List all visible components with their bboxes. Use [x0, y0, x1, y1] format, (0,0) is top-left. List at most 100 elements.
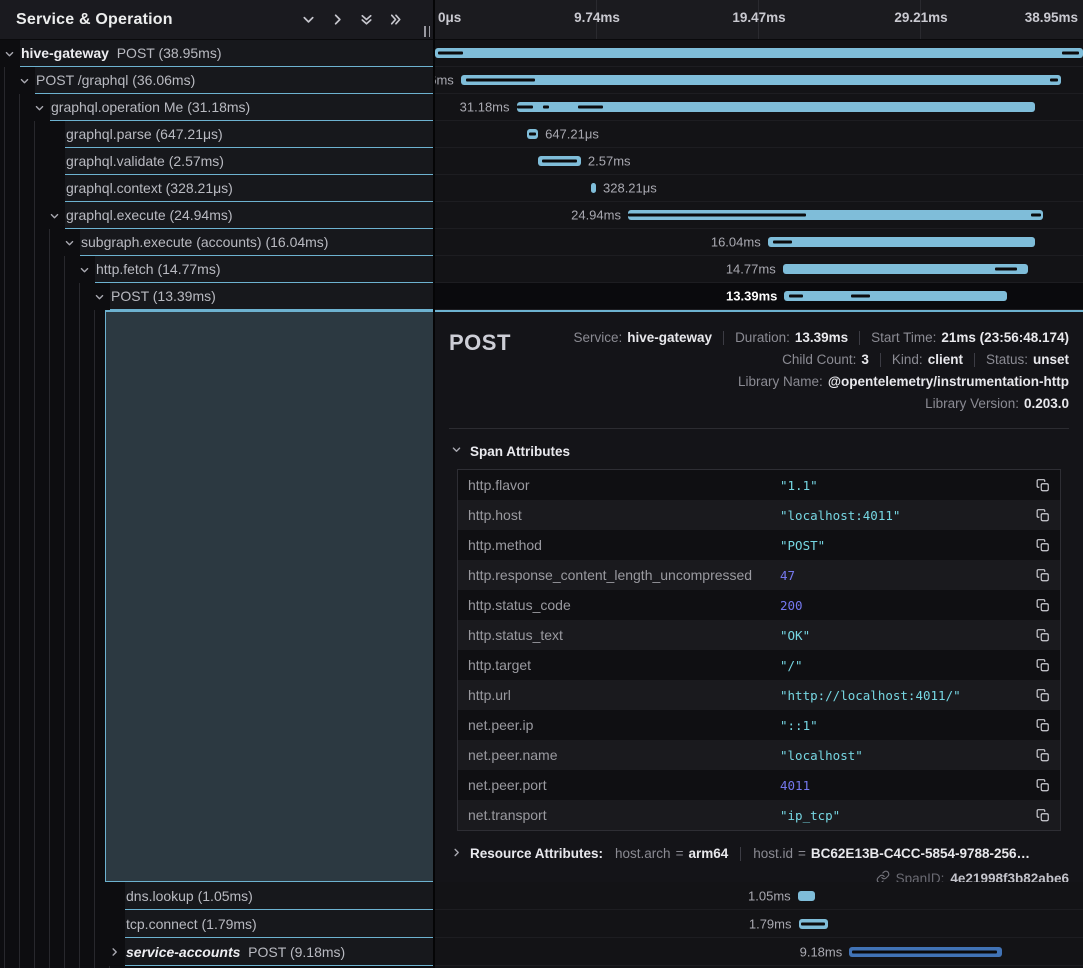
span-bar[interactable]: [435, 48, 1083, 58]
span-duration-label: 13.39ms: [726, 289, 777, 304]
chevron-down-icon[interactable]: [93, 290, 106, 303]
span-attributes-header[interactable]: Span Attributes: [451, 442, 1069, 460]
span-title: POST: [449, 324, 511, 356]
span-bar-lane: 1.05ms: [435, 882, 1083, 910]
span-row[interactable]: dns.lookup (1.05ms) 1.05ms: [0, 882, 1083, 910]
copy-icon[interactable]: [1026, 658, 1060, 673]
span-bar[interactable]: [527, 129, 538, 139]
self-time-notch: [628, 214, 806, 217]
chevron-down-icon[interactable]: [48, 209, 61, 222]
span-bar[interactable]: [517, 102, 1036, 112]
attribute-value: "::1": [780, 718, 1026, 733]
span-row[interactable]: tcp.connect (1.79ms)1.79ms: [0, 910, 1083, 938]
span-bar[interactable]: [783, 264, 1029, 274]
indent-guide: [49, 882, 50, 910]
span-row[interactable]: subgraph.execute (accounts) (16.04ms)16.…: [0, 229, 1083, 256]
attribute-value: "1.1": [780, 478, 1026, 493]
attribute-key: http.url: [458, 687, 780, 703]
chevron-right-icon[interactable]: [108, 946, 121, 959]
copy-icon[interactable]: [1026, 718, 1060, 733]
span-row-label: graphql.execute (24.94ms): [65, 207, 233, 223]
span-row[interactable]: graphql.execute (24.94ms)24.94ms: [0, 202, 1083, 229]
span-row[interactable]: hive-gateway POST (38.95ms)38.95ms: [0, 40, 1083, 67]
indent-guide: [34, 910, 35, 938]
indent-guide: [94, 938, 95, 966]
span-duration-label: 31.18ms: [460, 100, 510, 115]
span-bar[interactable]: [849, 947, 1002, 957]
overview-label: Child Count:: [782, 350, 856, 370]
chevron-down-icon[interactable]: [78, 263, 91, 276]
copy-icon[interactable]: [1026, 778, 1060, 793]
indent-guide: [79, 882, 80, 910]
timeline-tick: 19.47ms: [732, 10, 785, 25]
span-rows-top: hive-gateway POST (38.95ms)38.95msPOST /…: [0, 40, 1083, 310]
copy-icon[interactable]: [1026, 538, 1060, 553]
span-bar[interactable]: [798, 891, 815, 901]
span-row[interactable]: graphql.operation Me (31.18ms)31.18ms: [0, 94, 1083, 121]
copy-icon[interactable]: [1026, 598, 1060, 613]
span-tree-header: Service & Operation: [0, 0, 435, 40]
double-chevron-right-icon[interactable]: [387, 12, 403, 28]
indent-guide: [4, 283, 5, 310]
span-bar[interactable]: [461, 75, 1061, 85]
span-row[interactable]: graphql.parse (647.21μs)647.21μs: [0, 121, 1083, 148]
indent-guide: [49, 938, 50, 966]
chevron-down-icon[interactable]: [33, 101, 46, 114]
span-row[interactable]: graphql.context (328.21μs)328.21μs: [0, 175, 1083, 202]
span-row[interactable]: POST (13.39ms)13.39ms: [0, 283, 1083, 310]
indent-guide: [34, 882, 35, 910]
attribute-row: http.host"localhost:4011": [458, 500, 1060, 530]
span-bar[interactable]: [628, 210, 1043, 220]
span-row-label: service-accounts POST (9.18ms): [125, 944, 345, 960]
copy-icon[interactable]: [1026, 688, 1060, 703]
span-attributes-title: Span Attributes: [470, 444, 570, 459]
span-bar[interactable]: [799, 919, 829, 929]
chevron-right-icon[interactable]: [329, 12, 345, 28]
attribute-value: "POST": [780, 538, 1026, 553]
attribute-key: http.method: [458, 537, 780, 553]
chevron-down-icon[interactable]: [63, 236, 76, 249]
span-row-label: dns.lookup (1.05ms): [125, 888, 253, 904]
timeline-tick: 0μs: [438, 10, 461, 25]
chevron-down-icon[interactable]: [300, 12, 316, 28]
overview-label: Library Name:: [738, 372, 823, 392]
copy-icon[interactable]: [1026, 808, 1060, 823]
attribute-row: http.method"POST": [458, 530, 1060, 560]
copy-icon[interactable]: [1026, 508, 1060, 523]
copy-icon[interactable]: [1026, 628, 1060, 643]
indent-guide: [19, 910, 20, 938]
span-row[interactable]: http.fetch (14.77ms)14.77ms: [0, 256, 1083, 283]
indent-guide: [64, 256, 65, 283]
indent-guide: [19, 882, 20, 910]
span-duration-label: 1.05ms: [748, 888, 791, 903]
chevron-down-icon[interactable]: [3, 47, 16, 60]
resource-key: host.id: [753, 846, 793, 861]
resource-key: host.arch: [615, 846, 671, 861]
indent-guide: [4, 121, 5, 148]
span-row[interactable]: graphql.validate (2.57ms)2.57ms: [0, 148, 1083, 175]
overview-label: Service:: [573, 328, 622, 348]
span-bar[interactable]: [784, 291, 1007, 301]
attribute-value: "localhost": [780, 748, 1026, 763]
span-row[interactable]: POST /graphql (36.06ms)36.06ms: [0, 67, 1083, 94]
attribute-row: net.peer.ip"::1": [458, 710, 1060, 740]
tree-header-icons: [300, 0, 403, 39]
span-row[interactable]: service-accounts POST (9.18ms)9.18ms: [0, 938, 1083, 966]
self-time-notch: [801, 922, 824, 925]
span-bar[interactable]: [591, 183, 596, 193]
double-chevron-down-icon[interactable]: [358, 12, 374, 28]
link-icon[interactable]: [876, 870, 896, 882]
copy-icon[interactable]: [1026, 748, 1060, 763]
indent-guide: [49, 910, 50, 938]
column-resize-grip[interactable]: [424, 26, 430, 37]
self-time-notch: [1050, 79, 1058, 82]
copy-icon[interactable]: [1026, 568, 1060, 583]
copy-icon[interactable]: [1026, 478, 1060, 493]
overview-line: Service:hive-gatewayDuration:13.39msStar…: [573, 328, 1069, 348]
chevron-down-icon[interactable]: [18, 74, 31, 87]
indent-guide: [64, 310, 65, 882]
span-bar[interactable]: [768, 237, 1035, 247]
resource-attributes-row[interactable]: Resource Attributes:host.arch=arm64host.…: [451, 846, 1069, 861]
span-bar[interactable]: [538, 156, 581, 166]
attribute-key: net.transport: [458, 807, 780, 823]
